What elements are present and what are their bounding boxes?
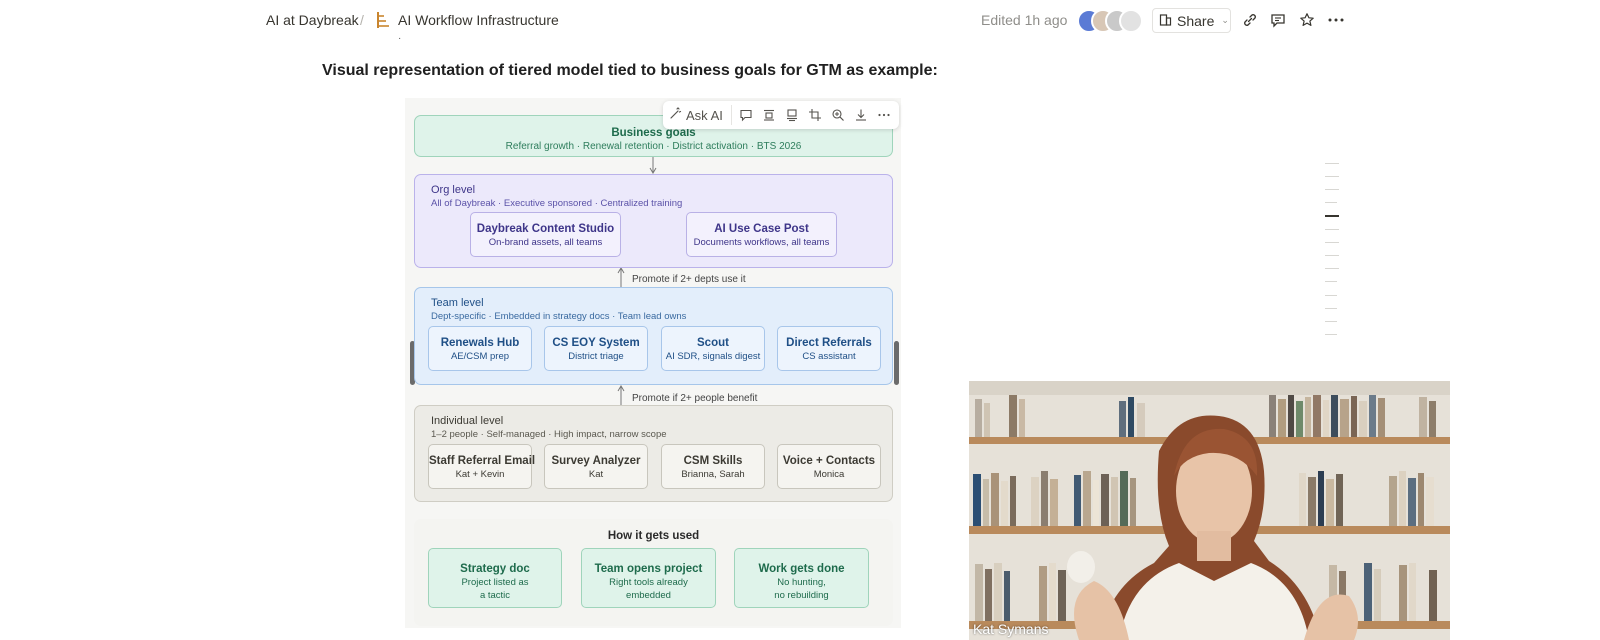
card-subtitle: Monica [813,469,845,480]
comment-icon[interactable] [738,107,755,124]
align-icon[interactable] [761,107,778,124]
card-subtitle: Brianna, Sarah [681,469,745,480]
edited-timestamp: Edited 1h ago [981,12,1068,28]
avatar[interactable] [1119,9,1143,33]
link-icon[interactable] [1240,10,1260,30]
flow-step-card: Strategy doc Project listed as a tactic [428,548,562,608]
card-subtitle: Project listed as [461,577,529,588]
how-it-gets-used-title: How it gets used [607,530,700,542]
share-button[interactable]: Share ⌄ [1152,8,1231,33]
flow-step-card: Team opens project Right tools already e… [581,548,716,608]
outline-tick[interactable] [1325,163,1339,164]
top-bar: AI at Daybreak / AI Workflow Infrastruct… [0,0,1600,40]
more-icon[interactable] [876,107,893,124]
building-icon [1159,13,1172,29]
card-title: Staff Referral Email [429,455,536,467]
individual-card: Staff Referral Email Kat + Kevin [428,444,536,489]
card-title: Renewals Hub [440,337,520,349]
card-subtitle: Kat + Kevin [455,469,505,480]
image-toolbar: Ask AI [663,101,899,129]
outline-tick[interactable] [1325,202,1337,203]
org-level-subtitle: All of Daybreak · Executive sponsored · … [431,198,683,209]
ai-sparkle-icon [669,107,682,123]
card-title: Scout [697,337,729,349]
team-card: Direct Referrals CS assistant [777,326,881,371]
outline-tick[interactable] [1325,176,1339,177]
outline-tick[interactable] [1325,268,1339,269]
breadcrumb-workspace[interactable]: AI at Daybreak [266,12,359,28]
card-subtitle: embedded [626,590,671,601]
breadcrumb-separator: / [360,12,364,28]
section-heading: Visual representation of tiered model ti… [322,62,938,79]
card-title: Team opens project [594,563,703,575]
card-subtitle: CS assistant [802,351,856,362]
business-goals-subtitle: Referral growth · Renewal retention · Di… [505,141,802,152]
card-subtitle: Right tools already [609,577,688,588]
individual-card: Voice + Contacts Monica [777,444,881,489]
promote-to-team-label: Promote if 2+ people benefit [632,393,758,404]
outline-tick[interactable] [1325,281,1337,282]
outline-tick[interactable] [1325,295,1337,296]
participant-name: Kat Symans [973,621,1049,637]
card-subtitle: Documents workflows, all teams [693,237,830,248]
promote-to-org-label: Promote if 2+ depts use it [632,274,746,285]
team-card: Scout AI SDR, signals digest [661,326,765,371]
card-subtitle: AE/CSM prep [450,351,510,362]
share-label: Share [1177,12,1215,29]
caption-icon[interactable] [784,107,801,124]
zoom-in-icon[interactable] [830,107,847,124]
more-options-icon[interactable] [1326,10,1346,30]
card-title: Work gets done [758,563,845,575]
video-call-tile[interactable]: Kat Symans [969,381,1450,640]
card-subtitle: no rebuilding [774,590,829,601]
flow-step-card: Work gets done No hunting, no rebuilding [734,548,869,608]
individual-card: CSM Skills Brianna, Sarah [661,444,765,489]
ask-ai-label: Ask AI [686,107,723,123]
card-title: Voice + Contacts [782,455,876,467]
card-title: CSM Skills [683,455,743,467]
ask-ai-button[interactable]: Ask AI [669,105,732,125]
outline-tick[interactable] [1325,242,1339,243]
card-title: Survey Analyzer [551,455,641,467]
individual-card: Survey Analyzer Kat [544,444,648,489]
outline-tick[interactable] [1325,334,1337,335]
collaborator-avatars[interactable] [1077,9,1147,33]
outline-tick[interactable] [1325,189,1339,190]
outline-tick[interactable] [1325,321,1337,322]
team-card: CS EOY System District triage [544,326,648,371]
breadcrumb-page-title[interactable]: AI Workflow Infrastructure [398,12,559,28]
star-icon[interactable] [1297,10,1317,30]
card-subtitle: AI SDR, signals digest [665,351,761,362]
card-subtitle: District triage [568,351,624,362]
individual-level-subtitle: 1–2 people · Self-managed · High impact,… [431,429,667,440]
outline-tick[interactable] [1325,229,1339,230]
text-cursor-mark: · [398,33,402,44]
chevron-down-icon: ⌄ [1221,15,1229,25]
individual-level-title: Individual level [431,415,504,427]
ladder-emoji-icon [375,11,391,29]
card-title: AI Use Case Post [714,223,809,235]
outline-tick-active[interactable] [1325,215,1339,217]
org-level-title: Org level [431,184,476,196]
card-title: Daybreak Content Studio [476,223,615,235]
outline-tick[interactable] [1325,255,1339,256]
card-title: Strategy doc [460,563,530,575]
org-card: AI Use Case Post Documents workflows, al… [686,212,837,257]
team-level-title: Team level [431,297,484,309]
resize-handle-right[interactable] [894,341,899,385]
card-title: CS EOY System [552,337,640,349]
outline-tick[interactable] [1325,308,1337,309]
comments-icon[interactable] [1268,10,1288,30]
org-card: Daybreak Content Studio On-brand assets,… [470,212,621,257]
video-frame-illustration [969,381,1450,640]
card-subtitle: a tactic [479,590,511,601]
card-title: Direct Referrals [786,337,872,349]
download-icon[interactable] [853,107,870,124]
card-subtitle: No hunting, [777,577,826,588]
card-subtitle: Kat [588,469,604,480]
crop-icon[interactable] [807,107,824,124]
card-subtitle: On-brand assets, all teams [488,237,603,248]
team-level-subtitle: Dept-specific · Embedded in strategy doc… [431,311,687,322]
team-card: Renewals Hub AE/CSM prep [428,326,532,371]
